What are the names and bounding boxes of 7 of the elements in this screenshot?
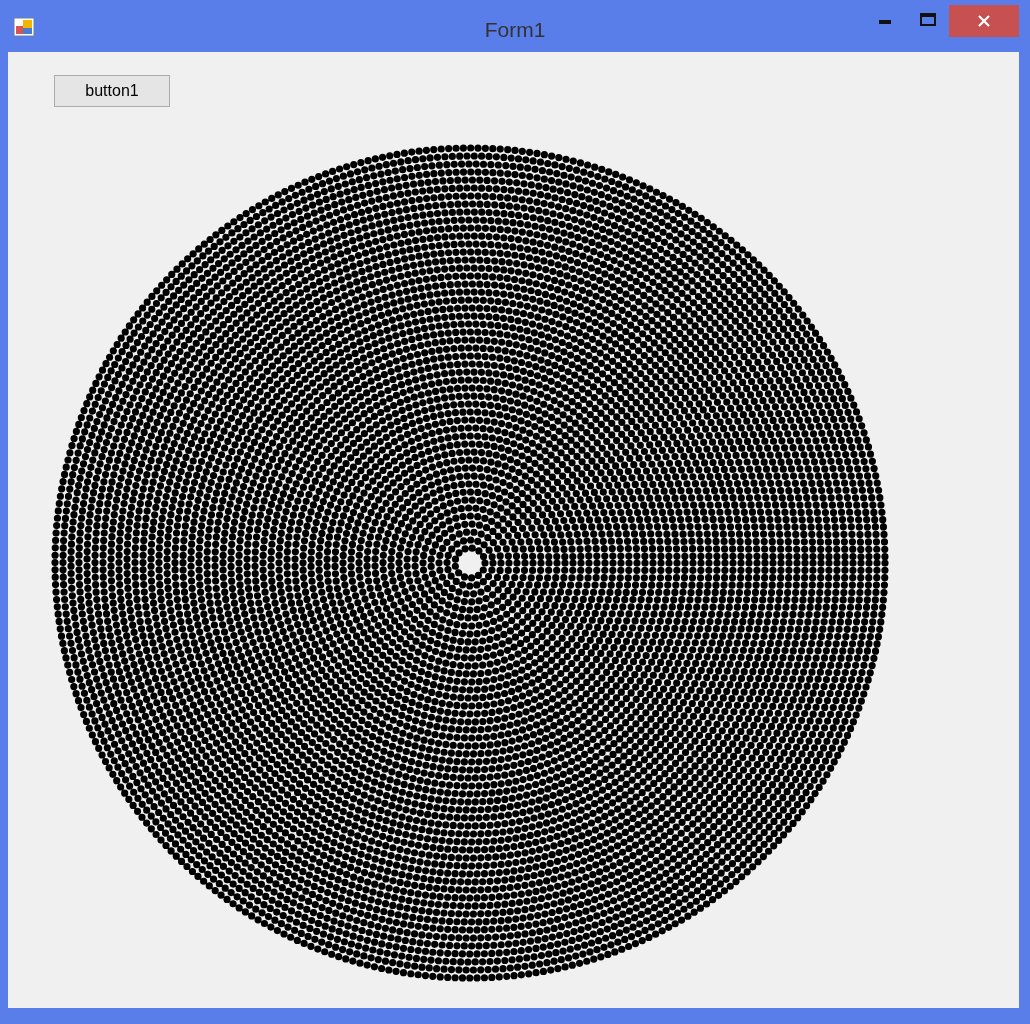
close-icon xyxy=(978,15,990,27)
close-button[interactable] xyxy=(949,5,1019,37)
maximize-icon xyxy=(920,12,936,26)
app-icon xyxy=(13,17,35,37)
window-title: Form1 xyxy=(484,17,546,43)
button[interactable]: button1 xyxy=(54,75,170,107)
minimize-icon xyxy=(879,20,891,24)
